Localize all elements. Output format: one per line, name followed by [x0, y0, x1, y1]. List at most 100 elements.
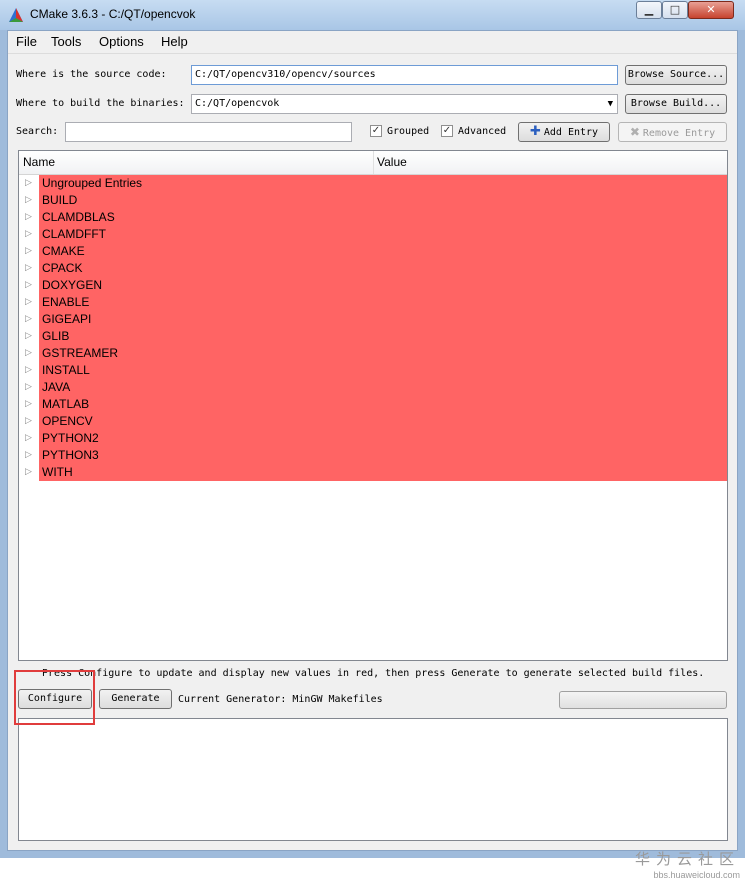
expand-arrow-icon[interactable]: ▷ [25, 450, 32, 460]
tree-row-highlight [39, 413, 727, 430]
remove-icon: ✖ [629, 125, 640, 139]
expand-arrow-icon[interactable]: ▷ [25, 212, 32, 222]
search-label: Search: [16, 126, 59, 137]
build-path-value: C:/QT/opencvok [195, 98, 280, 109]
tree-row-label: CLAMDFFT [42, 227, 106, 241]
maximize-button[interactable]: □ [662, 1, 688, 19]
menu-bar: File Tools Options Help [8, 31, 737, 54]
tree-row-label: CLAMDBLAS [42, 210, 115, 224]
menu-help[interactable]: Help [161, 34, 188, 49]
column-divider[interactable] [373, 151, 374, 174]
tree-row-label: INSTALL [42, 363, 90, 377]
tree-row[interactable]: ▷ PYTHON3 [19, 447, 727, 464]
remove-entry-button[interactable]: ✖ Remove Entry [618, 122, 727, 142]
tree-row[interactable]: ▷ GIGEAPI [19, 311, 727, 328]
search-input[interactable] [65, 122, 352, 142]
expand-arrow-icon[interactable]: ▷ [25, 399, 32, 409]
app-window: CMake 3.6.3 - C:/QT/opencvok ▁ □ ✕ File … [0, 0, 745, 880]
tree-row[interactable]: ▷ INSTALL [19, 362, 727, 379]
progress-bar [559, 691, 727, 709]
browse-build-button[interactable]: Browse Build... [625, 94, 727, 114]
plus-icon: ✚ [529, 124, 541, 139]
grouped-label: Grouped [387, 126, 430, 137]
expand-arrow-icon[interactable]: ▷ [25, 467, 32, 477]
tree-row-label: Ungrouped Entries [42, 176, 143, 190]
tree-row-label: GIGEAPI [42, 312, 92, 326]
watermark: 华为云社区 bbs.huaweicloud.com [624, 848, 740, 880]
add-entry-label: Add Entry [543, 127, 599, 138]
expand-arrow-icon[interactable]: ▷ [25, 280, 32, 290]
cache-tree[interactable]: Name Value ▷ Ungrouped Entries ▷ BUILD ▷ CLAM… [18, 150, 728, 661]
expand-arrow-icon[interactable]: ▷ [25, 314, 32, 324]
tree-row[interactable]: ▷ Ungrouped Entries [19, 175, 727, 192]
grouped-checkbox[interactable]: ✓ [370, 125, 382, 137]
expand-arrow-icon[interactable]: ▷ [25, 178, 32, 188]
tree-row-label: BUILD [42, 193, 78, 207]
expand-arrow-icon[interactable]: ▷ [25, 416, 32, 426]
build-path-combobox[interactable]: C:/QT/opencvok ▼ [191, 94, 618, 114]
tree-row[interactable]: ▷ CMAKE [19, 243, 727, 260]
column-name-header[interactable]: Name [23, 155, 55, 169]
tree-row-label: OPENCV [42, 414, 93, 428]
tree-row[interactable]: ▷ JAVA [19, 379, 727, 396]
source-path-input[interactable]: C:/QT/opencv310/opencv/sources [191, 65, 618, 85]
tree-row[interactable]: ▷ MATLAB [19, 396, 727, 413]
expand-arrow-icon[interactable]: ▷ [25, 297, 32, 307]
menu-file[interactable]: File [16, 34, 37, 49]
tree-row[interactable]: ▷ WITH [19, 464, 727, 481]
expand-arrow-icon[interactable]: ▷ [25, 229, 32, 239]
tree-row-label: WITH [42, 465, 73, 479]
tree-row-label: CPACK [42, 261, 83, 275]
tree-row-highlight [39, 345, 727, 362]
tree-row[interactable]: ▷ GSTREAMER [19, 345, 727, 362]
tree-row-label: PYTHON3 [42, 448, 99, 462]
tree-row-highlight [39, 175, 727, 192]
close-button[interactable]: ✕ [688, 1, 734, 19]
tree-row-highlight [39, 362, 727, 379]
tree-row-highlight [39, 464, 727, 481]
title-bar[interactable]: CMake 3.6.3 - C:/QT/opencvok ▁ □ ✕ [0, 0, 745, 30]
expand-arrow-icon[interactable]: ▷ [25, 348, 32, 358]
column-value-header[interactable]: Value [377, 155, 407, 169]
tree-row-label: PYTHON2 [42, 431, 99, 445]
tree-row[interactable]: ▷ BUILD [19, 192, 727, 209]
tree-row[interactable]: ▷ OPENCV [19, 413, 727, 430]
tree-row[interactable]: ▷ CPACK [19, 260, 727, 277]
tree-row-label: GLIB [42, 329, 70, 343]
tree-row-highlight [39, 396, 727, 413]
tree-row-highlight [39, 226, 727, 243]
tree-row-label: DOXYGEN [42, 278, 103, 292]
tree-row-highlight [39, 260, 727, 277]
expand-arrow-icon[interactable]: ▷ [25, 433, 32, 443]
current-generator-text: Current Generator: MinGW Makefiles [178, 694, 383, 705]
output-log[interactable] [18, 718, 728, 841]
tree-row-label: CMAKE [42, 244, 85, 258]
tree-row[interactable]: ▷ CLAMDFFT [19, 226, 727, 243]
expand-arrow-icon[interactable]: ▷ [25, 382, 32, 392]
minimize-button[interactable]: ▁ [636, 1, 662, 19]
watermark-logo-text: 华为云社区 [634, 850, 740, 868]
tree-row-label: ENABLE [42, 295, 90, 309]
expand-arrow-icon[interactable]: ▷ [25, 365, 32, 375]
hint-text: Press Configure to update and display ne… [42, 668, 705, 679]
menu-tools[interactable]: Tools [51, 34, 81, 49]
expand-arrow-icon[interactable]: ▷ [25, 331, 32, 341]
expand-arrow-icon[interactable]: ▷ [25, 246, 32, 256]
browse-source-button[interactable]: Browse Source... [625, 65, 727, 85]
tree-row-highlight [39, 311, 727, 328]
tree-row[interactable]: ▷ PYTHON2 [19, 430, 727, 447]
tree-row[interactable]: ▷ CLAMDBLAS [19, 209, 727, 226]
tree-row[interactable]: ▷ ENABLE [19, 294, 727, 311]
tree-row-highlight [39, 447, 727, 464]
chevron-down-icon[interactable]: ▼ [608, 95, 613, 113]
expand-arrow-icon[interactable]: ▷ [25, 195, 32, 205]
add-entry-button[interactable]: ✚ Add Entry [518, 122, 610, 142]
tree-row[interactable]: ▷ DOXYGEN [19, 277, 727, 294]
tree-row[interactable]: ▷ GLIB [19, 328, 727, 345]
generate-button[interactable]: Generate [99, 689, 172, 709]
tree-row-highlight [39, 379, 727, 396]
menu-options[interactable]: Options [99, 34, 144, 49]
expand-arrow-icon[interactable]: ▷ [25, 263, 32, 273]
advanced-checkbox[interactable]: ✓ [441, 125, 453, 137]
tree-row-highlight [39, 328, 727, 345]
